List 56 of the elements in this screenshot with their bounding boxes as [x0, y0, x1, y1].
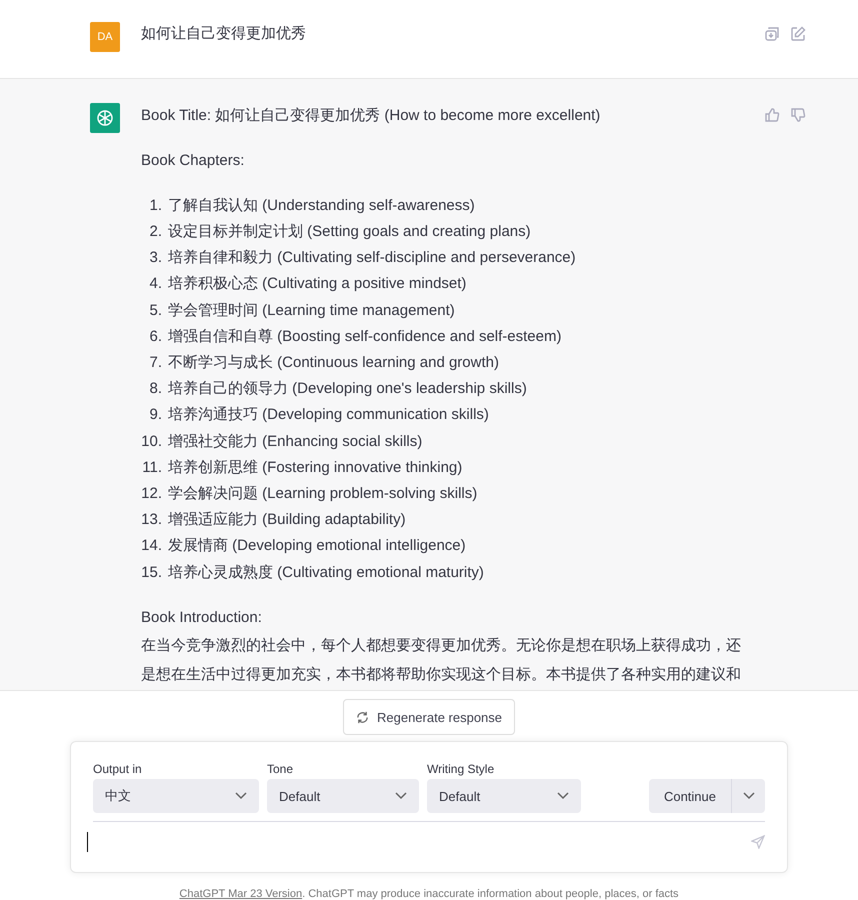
copy-download-icon[interactable] — [764, 26, 780, 42]
select-dropdown[interactable]: Default — [267, 779, 419, 813]
list-number: 10. — [141, 432, 162, 452]
list-number: 3. — [148, 248, 162, 268]
list-number: 5. — [148, 300, 162, 321]
assistant-avatar — [90, 102, 120, 133]
dropdown-label: Writing Style — [427, 762, 496, 776]
intro-heading: Book Introduction: — [141, 608, 263, 628]
send-icon[interactable] — [751, 835, 765, 849]
chapter-item: 增强适应能力 (Building adaptability) — [168, 510, 406, 530]
chapter-item: 了解自我认知 (Understanding self-awareness) — [168, 196, 475, 216]
list-number: 14. — [141, 536, 162, 556]
chapter-item: 设定目标并制定计划 (Setting goals and creating plans) — [168, 222, 531, 242]
list-number: 8. — [148, 379, 162, 400]
edit-icon[interactable] — [790, 26, 806, 42]
list-number: 1. — [148, 196, 162, 216]
chapter-item: 学会解决问题 (Learning problem-solving skills) — [168, 484, 478, 504]
chapter-item: 发展情商 (Developing emotional intelligence) — [168, 536, 466, 556]
intro-paragraph: 在当今竞争激烈的社会中，每个人都想要变得更加优秀。无论你是想在职场上获得成功，还是想在生活中过得更加充实，本书都将帮助你实现这个目标。本书提供了各种实用的建议和 — [141, 636, 742, 685]
dropdown-label: Output in — [93, 762, 143, 776]
chevron-down-icon — [557, 792, 569, 800]
chapter-item: 不断学习与成长 (Continuous learning and growth) — [168, 353, 499, 374]
list-number: 15. — [141, 562, 162, 583]
version-link[interactable]: ChatGPT Mar 23 Version — [179, 888, 302, 900]
list-number: 11. — [141, 458, 162, 478]
chapter-item: 培养积极心态 (Cultivating a positive mindset) — [168, 274, 466, 294]
list-number: 6. — [148, 326, 162, 347]
list-number: 2. — [148, 222, 162, 242]
chevron-down-icon — [235, 792, 247, 800]
regenerate-button[interactable]: Regenerate response — [342, 699, 516, 735]
user-message: 如何让自己变得更加优秀 — [141, 24, 307, 44]
chevron-down-icon — [395, 792, 407, 800]
list-number: 12. — [141, 484, 162, 504]
chapter-item: 学会管理时间 (Learning time management) — [168, 300, 455, 321]
list-number: 4. — [148, 274, 162, 294]
book-title: Book Title: 如何让自己变得更加优秀 (How to become more excellent) — [141, 106, 602, 126]
select-dropdown[interactable]: 中文 — [93, 779, 259, 813]
chapter-item: 培养心灵成熟度 (Cultivating emotional maturity) — [168, 562, 484, 583]
refresh-icon — [356, 710, 369, 724]
chapter-item: 增强自信和自尊 (Boosting self-confidence and self-esteem) — [168, 326, 562, 347]
list-number: 13. — [141, 510, 162, 530]
chevron-down-icon — [742, 792, 754, 800]
dropdown-label: Tone — [267, 762, 294, 776]
chapter-item: 增强社交能力 (Enhancing social skills) — [168, 432, 422, 452]
chapter-item: 培养沟通技巧 (Developing communication skills) — [168, 405, 489, 426]
chapter-item: 培养创新思维 (Fostering innovative thinking) — [168, 458, 462, 478]
user-avatar: DA — [90, 22, 120, 52]
chapter-item: 培养自己的领导力 (Developing one's leadership skills) — [168, 379, 527, 400]
thumbs-down-icon[interactable] — [790, 106, 806, 123]
chapter-item: 培养自律和毅力 (Cultivating self-discipline and perseverance) — [168, 248, 576, 268]
disclaimer-text: ChatGPT Mar 23 Version. ChatGPT may produce inaccurate information about people, places, or facts — [179, 888, 679, 900]
select-dropdown[interactable]: Default — [427, 779, 581, 813]
list-number: 9. — [148, 405, 162, 426]
list-number: 7. — [148, 353, 162, 374]
chapters-heading: Book Chapters: — [141, 150, 246, 171]
thumbs-up-icon[interactable] — [764, 106, 780, 123]
